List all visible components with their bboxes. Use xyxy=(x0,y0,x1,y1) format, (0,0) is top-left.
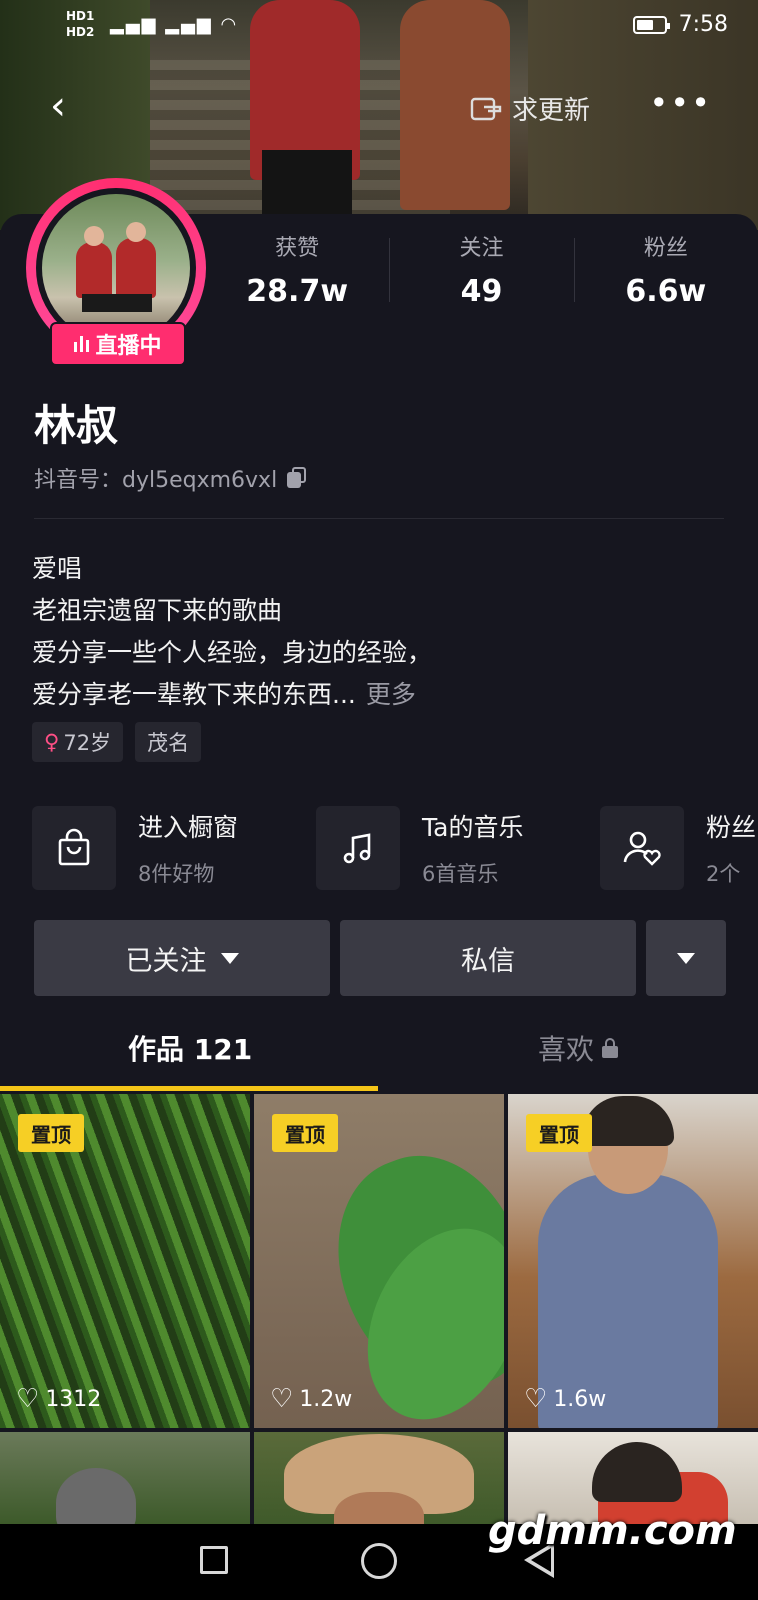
feature-shop-window[interactable]: 进入橱窗 8件好物 xyxy=(32,804,238,892)
pinned-badge: 置顶 xyxy=(272,1114,338,1152)
video-thumbnail[interactable] xyxy=(254,1432,504,1524)
hand-pointer-icon xyxy=(470,97,502,120)
heart-icon: ♡ xyxy=(524,1384,548,1414)
stat-label: 关注 xyxy=(459,236,504,261)
stat-value: 6.6w xyxy=(625,274,707,309)
watermark: gdmm.com xyxy=(488,1508,737,1554)
tab-likes-label: 喜欢 xyxy=(538,1033,595,1066)
stat-label: 粉丝 xyxy=(643,236,688,261)
chevron-left-icon: ‹ xyxy=(50,83,66,129)
tag-label: 茂名 xyxy=(147,731,190,755)
douyin-id: 抖音号：dyl5eqxm6vxl xyxy=(34,462,307,494)
live-bars-icon xyxy=(74,336,90,352)
feature-title: 进入橱窗 xyxy=(138,813,239,842)
shopping-bag-icon xyxy=(32,806,116,890)
tab-indicator xyxy=(0,1086,378,1091)
live-label: 直播中 xyxy=(95,334,162,359)
caret-down-icon xyxy=(677,952,695,964)
more-button[interactable]: ••• xyxy=(649,84,712,122)
back-button[interactable]: ‹ xyxy=(50,86,66,126)
profile-name: 林叔 xyxy=(34,401,119,450)
divider xyxy=(34,518,724,519)
feature-subtitle: 2个 xyxy=(706,862,741,886)
live-badge[interactable]: 直播中 xyxy=(50,322,186,366)
bio[interactable]: 爱唱 老祖宗遗留下来的歌曲 爱分享一些个人经验，身边的经验， 爱分享老一辈教下来… xyxy=(32,548,432,716)
pinned-badge: 置顶 xyxy=(526,1114,592,1152)
like-count: 1.6w xyxy=(553,1386,607,1412)
video-thumbnail[interactable]: 置顶 ♡ 1.2w xyxy=(254,1094,504,1428)
message-button[interactable]: 私信 xyxy=(340,920,636,996)
followed-label: 已关注 xyxy=(125,945,207,977)
message-label: 私信 xyxy=(461,945,515,977)
clock: 7:58 xyxy=(678,12,728,37)
music-note-icon xyxy=(316,806,400,890)
bio-line: 爱分享一些个人经验，身边的经验， xyxy=(32,638,433,667)
tag-label: 72岁 xyxy=(63,731,112,755)
stat-value: 28.7w xyxy=(246,274,349,309)
douyin-id-text: 抖音号：dyl5eqxm6vxl xyxy=(34,468,278,493)
like-count: 1.2w xyxy=(299,1386,353,1412)
stat-likes[interactable]: 获赞 28.7w xyxy=(205,230,389,310)
request-update-label: 求更新 xyxy=(512,96,591,126)
profile-tags: ♀ 72岁 茂名 xyxy=(32,722,202,762)
expand-button[interactable] xyxy=(646,920,726,996)
recent-apps-icon[interactable] xyxy=(200,1546,228,1574)
bio-line: 爱分享老一辈教下来的东西... xyxy=(32,680,356,709)
sim-indicators: HD1 HD2 xyxy=(66,9,95,39)
bio-more-link[interactable]: 更多 xyxy=(366,680,416,709)
bio-line: 老祖宗遗留下来的歌曲 xyxy=(32,596,283,625)
status-bar: HD1 HD2 ▂▄▆ ▂▄▆ ◠ 7:58 xyxy=(0,0,758,50)
bio-line: 爱唱 xyxy=(32,554,83,583)
feature-title: 粉丝 xyxy=(706,813,757,842)
feature-fan-group[interactable]: 粉丝 2个 xyxy=(600,804,756,892)
battery-icon xyxy=(632,15,670,34)
fan-group-icon xyxy=(600,806,684,890)
stat-fans[interactable]: 粉丝 6.6w xyxy=(573,230,758,310)
followed-button[interactable]: 已关注 xyxy=(34,920,330,996)
video-thumbnail[interactable]: 置顶 ♡ 1312 xyxy=(0,1094,250,1428)
feature-title: Ta的音乐 xyxy=(422,813,524,842)
feature-music[interactable]: Ta的音乐 6首音乐 xyxy=(316,804,523,892)
heart-icon: ♡ xyxy=(16,1384,40,1414)
profile-stats: 获赞 28.7w 关注 49 粉丝 6.6w xyxy=(205,230,758,310)
stat-label: 获赞 xyxy=(275,236,320,261)
feature-subtitle: 8件好物 xyxy=(138,862,215,886)
more-dots-icon: ••• xyxy=(649,84,712,122)
caret-down-icon xyxy=(220,952,239,964)
video-thumbnail[interactable]: 置顶 ♡ 1.6w xyxy=(508,1094,758,1428)
female-icon: ♀ xyxy=(44,730,60,754)
copy-icon[interactable] xyxy=(287,467,307,489)
video-thumbnail[interactable] xyxy=(0,1432,250,1524)
signal-icon: ▂▄▆ ▂▄▆ ◠ xyxy=(110,14,239,35)
pinned-badge: 置顶 xyxy=(18,1114,84,1152)
feature-row: 进入橱窗 8件好物 Ta的音乐 6首音乐 粉丝 2个 xyxy=(32,804,758,892)
top-nav: ‹ 求更新 ••• xyxy=(0,70,758,140)
content-tabs: 作品 121 喜欢 xyxy=(0,1010,758,1090)
avatar[interactable] xyxy=(42,194,190,342)
lock-icon xyxy=(602,1038,619,1058)
heart-icon: ♡ xyxy=(270,1384,294,1414)
tab-works[interactable]: 作品 121 xyxy=(128,1028,252,1068)
tab-likes[interactable]: 喜欢 xyxy=(538,1028,619,1068)
tag-location: 茂名 xyxy=(135,722,202,762)
request-update-button[interactable]: 求更新 xyxy=(470,90,590,127)
home-icon[interactable] xyxy=(361,1543,397,1579)
feature-subtitle: 6首音乐 xyxy=(422,862,499,886)
stat-value: 49 xyxy=(460,274,503,309)
video-grid: 置顶 ♡ 1312 置顶 ♡ 1.2w 置顶 ♡ 1.6w xyxy=(0,1094,758,1524)
stat-following[interactable]: 关注 49 xyxy=(389,230,573,310)
tag-age: ♀ 72岁 xyxy=(32,722,124,762)
like-count: 1312 xyxy=(45,1386,102,1412)
